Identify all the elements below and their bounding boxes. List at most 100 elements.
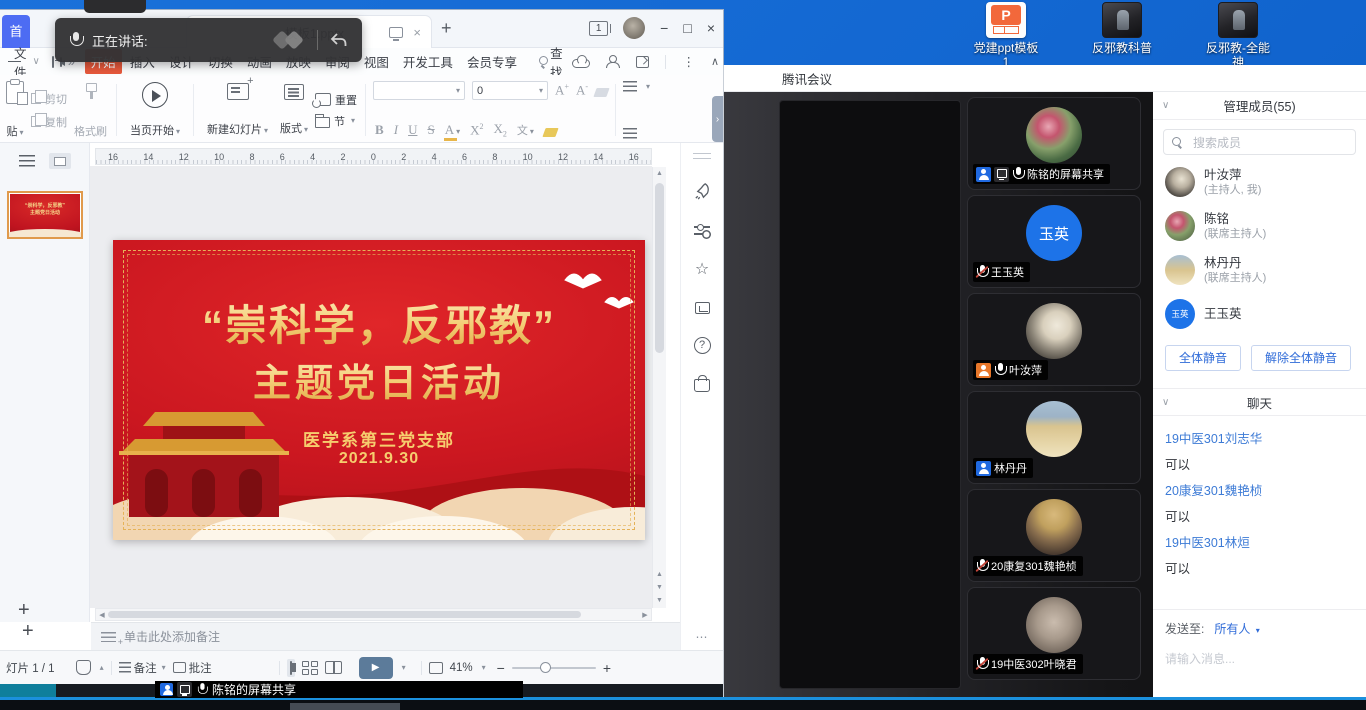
comments-button[interactable]: 批注 [173, 660, 212, 676]
underline-button[interactable]: U [408, 122, 417, 138]
video-tile[interactable]: 叶汝萍 [967, 293, 1141, 386]
members-header[interactable]: ∨ 管理成员(55) [1153, 92, 1366, 120]
superscript-button[interactable]: X2 [470, 122, 483, 138]
bold-button[interactable]: B [375, 122, 384, 138]
video-tile[interactable]: 陈铭的屏幕共享 [967, 97, 1141, 190]
cloud-sync-icon[interactable] [572, 59, 590, 68]
cut-button[interactable]: 剪切 [31, 91, 67, 107]
member-row[interactable]: 林丹丹 (联席主持人) [1153, 248, 1366, 292]
new-tab-button[interactable]: + [441, 18, 452, 39]
strikethrough-button[interactable]: S [427, 122, 434, 138]
tab-close-icon[interactable]: × [413, 25, 421, 40]
vertical-scroll-thumb[interactable] [655, 183, 664, 353]
font-color-button[interactable]: A▾ [445, 122, 460, 138]
thumbnail-view-icon[interactable] [49, 153, 71, 169]
share-to-user-icon[interactable] [606, 55, 620, 68]
play-from-current-button[interactable]: 当页开始▾ [122, 80, 188, 140]
zoom-out-button[interactable]: − [497, 660, 505, 676]
slide-date[interactable]: 2021.9.30 [113, 450, 645, 468]
zoom-in-button[interactable]: + [603, 660, 611, 676]
add-slide-button[interactable]: + [18, 599, 30, 622]
normal-view-button[interactable] [287, 659, 295, 677]
video-tile[interactable]: 20康复301魏艳桢 [967, 489, 1141, 582]
rocket-icon[interactable] [693, 182, 712, 201]
paste-button[interactable]: 贴▾ [2, 80, 28, 140]
notes-bar[interactable]: 单击此处添加备注 [91, 622, 680, 650]
member-row[interactable]: 玉英 王玉英 [1153, 292, 1366, 336]
chat-input[interactable]: 请输入消息... [1165, 650, 1354, 667]
collapse-members-icon[interactable]: ∨ [1162, 100, 1169, 111]
chat-header[interactable]: ∨ 聊天 [1153, 388, 1366, 416]
maximize-button[interactable]: □ [683, 20, 691, 36]
more-menu-icon[interactable]: ⋮ [682, 54, 695, 69]
slide-sorter-view-button[interactable] [302, 661, 318, 675]
desktop-icon[interactable]: 反邪教-全能 神 [1190, 0, 1286, 69]
return-arrow-icon[interactable] [328, 31, 348, 49]
screen-share-taskbar-button[interactable]: 陈铭的屏幕共享 [155, 681, 523, 698]
slideshow-play-button[interactable]: ▶ [359, 657, 393, 679]
phonetic-guide-button[interactable]: 文▾ [517, 122, 534, 138]
share-icon[interactable] [636, 56, 649, 68]
previous-slide-arrow[interactable]: ▲ [653, 569, 666, 581]
font-family-select[interactable]: ▾ [373, 81, 465, 100]
unmute-all-button[interactable]: 解除全体静音 [1251, 345, 1351, 371]
ribbon-tab[interactable]: 会员专享 [461, 49, 523, 74]
ribbon-tab[interactable]: 视图 [358, 49, 395, 74]
shrink-font-button[interactable]: A- [576, 82, 588, 98]
horizontal-scrollbar[interactable]: ◀ ▶ [95, 608, 652, 621]
desktop-icon[interactable]: P 党建ppt模板 1 [958, 0, 1054, 69]
mute-all-button[interactable]: 全体静音 [1165, 345, 1241, 371]
zoom-slider[interactable] [512, 667, 596, 669]
new-slide-plus-button[interactable]: + [22, 620, 34, 643]
close-button[interactable]: × [707, 20, 715, 36]
collapse-chat-icon[interactable]: ∨ [1162, 397, 1169, 408]
adjust-settings-icon[interactable] [694, 224, 710, 236]
scroll-left-arrow[interactable]: ◀ [96, 609, 108, 620]
slide-organization[interactable]: 医学系第三党支部 [113, 426, 645, 451]
font-size-select[interactable]: 0▾ [472, 81, 548, 100]
zoom-level[interactable]: 41% [450, 662, 473, 674]
window-switch-badge[interactable]: 1 [589, 21, 608, 36]
new-slide-button[interactable]: 新建幻灯片▾ [199, 80, 276, 140]
rail-drag-handle-icon[interactable] [693, 153, 711, 159]
section-button[interactable]: 节▾ [315, 113, 357, 129]
tools-bag-icon[interactable] [694, 379, 710, 392]
mirror-window-icon[interactable] [695, 302, 710, 314]
slideshow-dropdown-icon[interactable]: ▾ [402, 663, 406, 672]
bullet-list-icon[interactable] [623, 81, 637, 92]
member-row[interactable]: 叶汝萍 (主持人, 我) [1153, 160, 1366, 204]
video-tile[interactable]: 19中医302叶晓君 [967, 587, 1141, 680]
toolbar-expander[interactable]: › [712, 96, 723, 142]
format-painter-button[interactable]: 格式刷 [70, 80, 111, 140]
subscript-button[interactable]: X2 [493, 121, 506, 139]
chat-message-list[interactable]: 19中医301刘志华 可以 20康复301魏艳桢 可以 19中医301林烜 可以 [1153, 416, 1366, 578]
video-tile[interactable]: 玉英 王玉英 [967, 195, 1141, 288]
ribbon-tab[interactable]: 开发工具 [397, 49, 459, 74]
notes-toggle-button[interactable]: 备注▾ [119, 660, 166, 676]
save-icon[interactable] [52, 56, 54, 68]
send-to-select[interactable]: 所有人 ▾ [1214, 620, 1259, 637]
user-avatar[interactable] [623, 17, 645, 39]
italic-button[interactable]: I [394, 122, 398, 138]
design-check-icon[interactable] [76, 660, 91, 675]
layout-button[interactable]: 版式▾ [276, 80, 312, 140]
rail-more-icon[interactable]: ⋯ [696, 630, 709, 644]
minimize-button[interactable]: − [660, 20, 668, 36]
vertical-scrollbar[interactable]: ▲ ▲ ▼ ▼ [652, 167, 666, 608]
copy-button[interactable]: 复制 [31, 114, 67, 130]
slide[interactable]: “崇科学，反邪教” 主题党日活动 医学系第三党支部 2021.9.30 [113, 240, 645, 540]
slide-canvas[interactable]: “崇科学，反邪教” 主题党日活动 医学系第三党支部 2021.9.30 [90, 166, 652, 608]
fit-slide-icon[interactable] [429, 662, 443, 674]
video-tile[interactable]: 林丹丹 [967, 391, 1141, 484]
zoom-slider-knob[interactable] [540, 662, 551, 673]
design-dropdown-icon[interactable]: ▴ [100, 663, 104, 672]
slide-1-thumbnail[interactable]: “崇科学，反邪教” 主题党日活动 [7, 191, 83, 239]
align-icon[interactable] [623, 128, 637, 139]
member-search-input[interactable]: 搜索成员 [1163, 129, 1356, 155]
scroll-up-arrow[interactable]: ▲ [653, 168, 666, 180]
member-row[interactable]: 陈铭 (联席主持人) [1153, 204, 1366, 248]
outline-view-icon[interactable] [19, 155, 35, 167]
meeting-title-bar[interactable]: 腾讯会议 [724, 65, 1366, 92]
collapse-ribbon-icon[interactable]: ∧ [711, 55, 719, 68]
clear-format-icon[interactable] [593, 88, 609, 97]
